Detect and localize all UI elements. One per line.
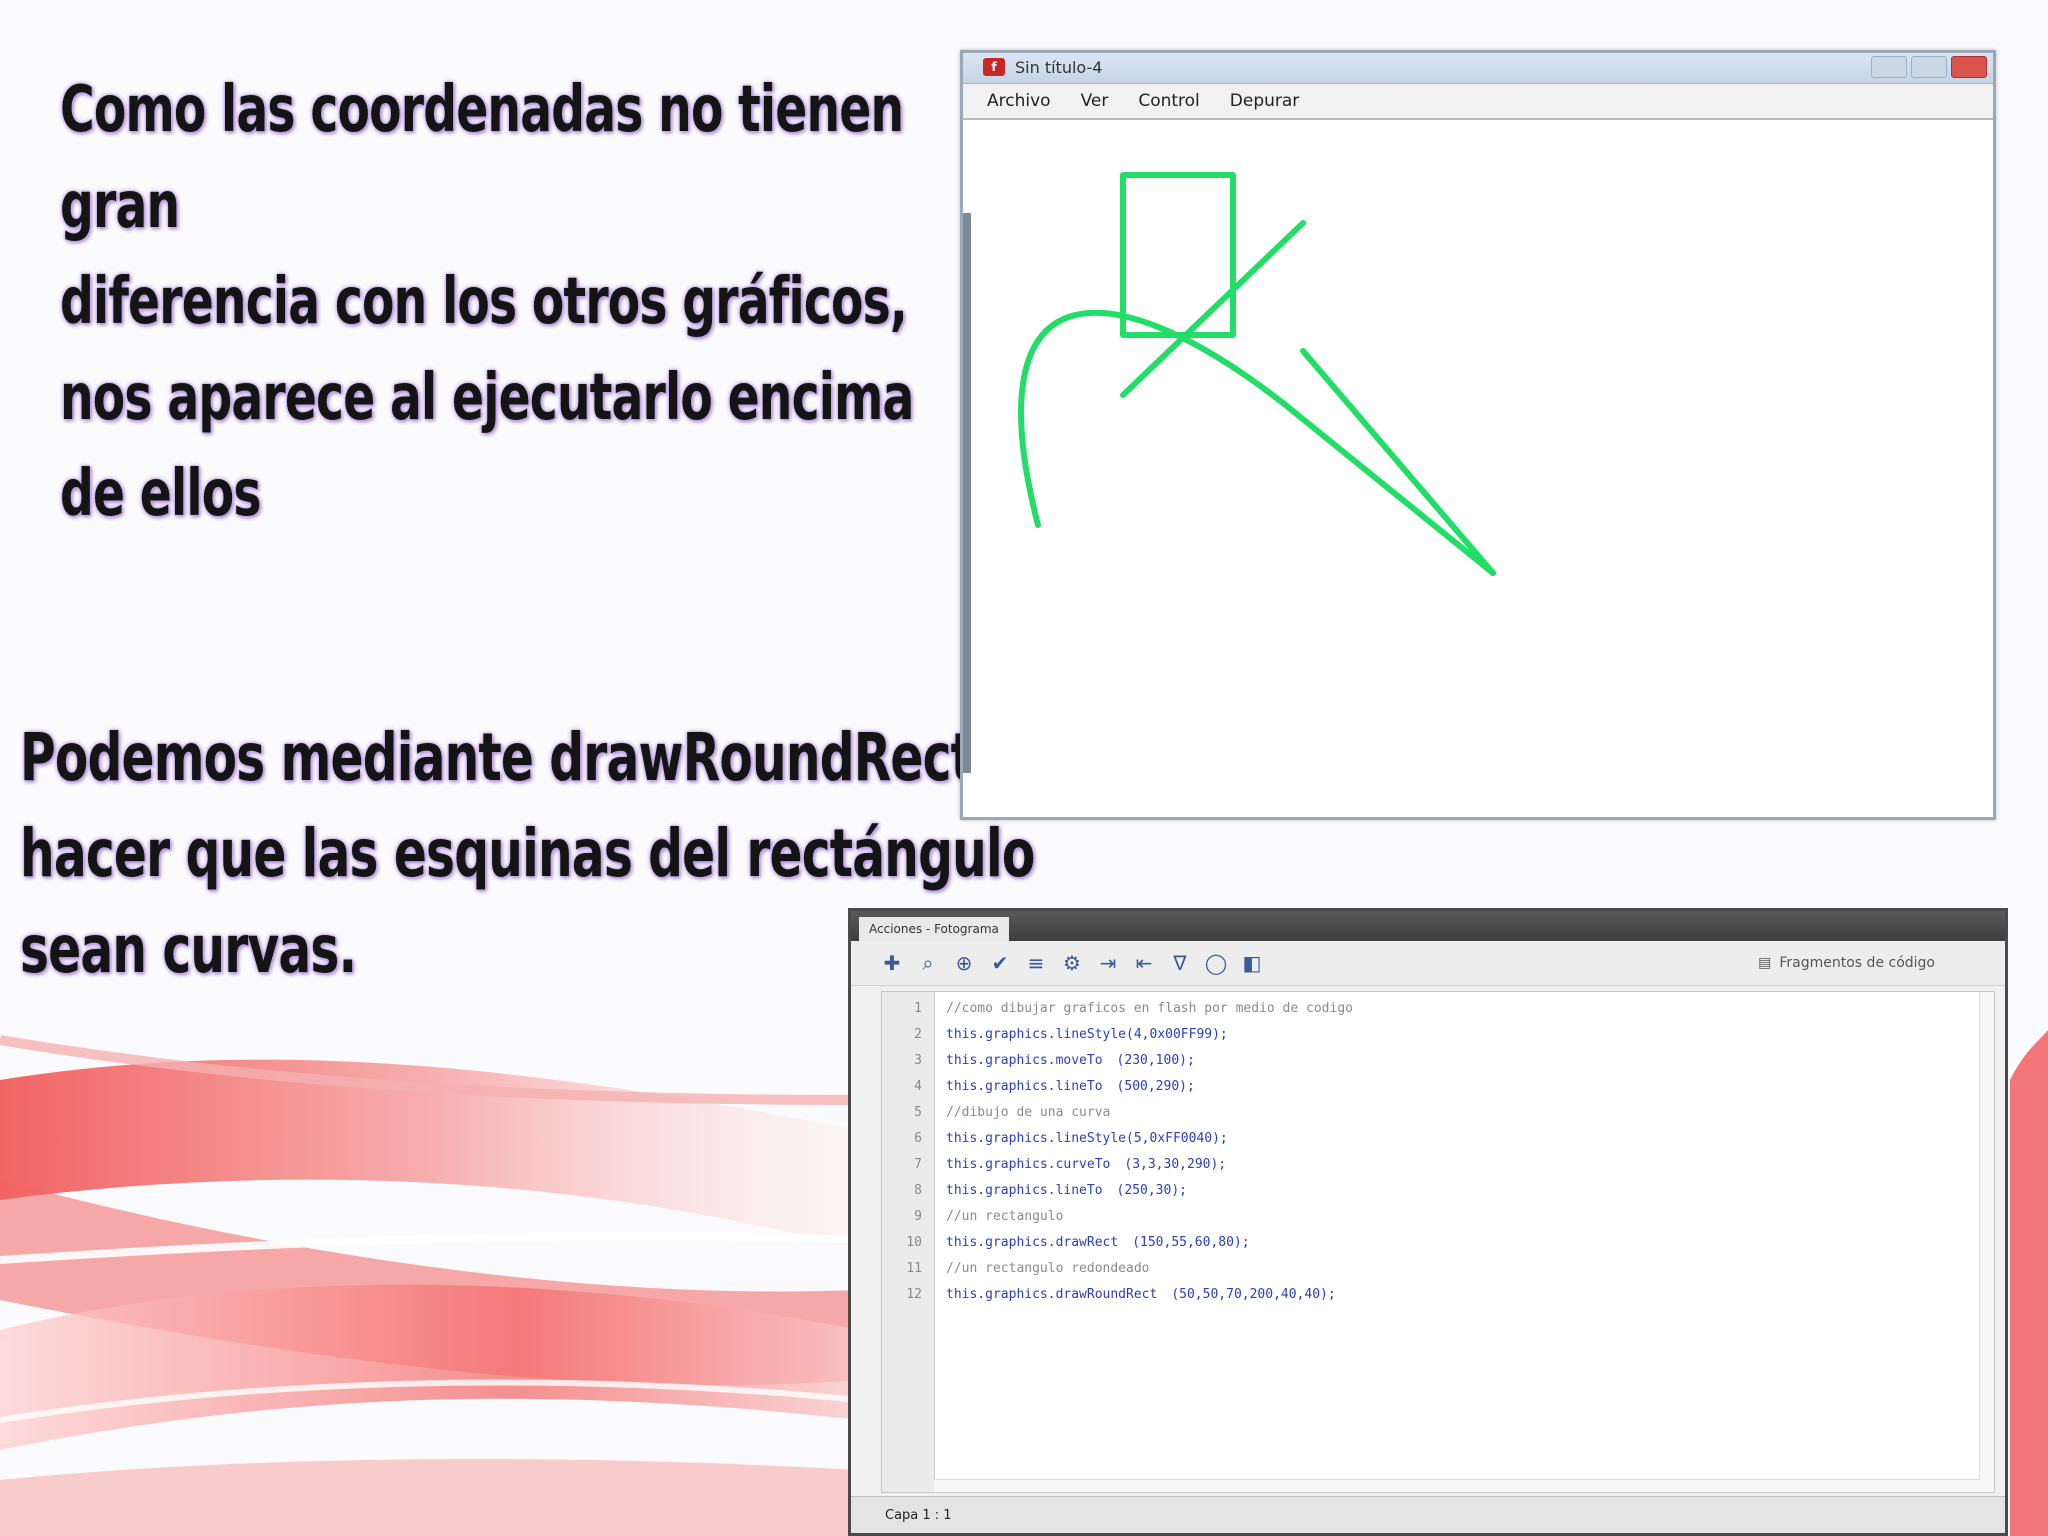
code-line[interactable]: 3 this.graphics.moveTo (230,100); [882,1048,1994,1074]
code-args: (250,30); [1116,1183,1187,1198]
menu-depurar[interactable]: Depurar [1230,91,1300,111]
stage-rectangle [1120,172,1236,338]
snippet-icon[interactable]: ◧ [1241,951,1263,975]
check-syntax-icon[interactable]: ✔ [989,951,1011,975]
flash-app-icon: f [983,58,1005,76]
code-horizontal-scrollbar[interactable] [934,1479,1980,1492]
intro-paragraph: Como las coordenadas no tienen gran dife… [60,62,940,542]
player-edge-scrollbar[interactable] [963,213,971,773]
snippets-icon: ▤ [1758,955,1772,971]
code-args: (50,50,70,200,40,40); [1171,1287,1336,1302]
line-number: 7 [914,1157,922,1172]
line-number: 4 [914,1079,922,1094]
collapse-icon[interactable]: ⇥ [1097,951,1119,975]
code-text: this.graphics.curveTo [946,1157,1111,1172]
find-icon[interactable]: ⌕ [917,951,939,975]
line-number: 3 [914,1053,922,1068]
code-text: //dibujo de una curva [946,1105,1111,1120]
code-line[interactable]: 7 this.graphics.curveTo (3,3,30,290); [882,1152,1994,1178]
stage-diagonal-line [1300,348,1496,576]
stage-straight-line [1120,220,1306,398]
close-button[interactable] [1951,56,1987,78]
drawroundrect-line: hacer que las esquinas del rectángulo [20,815,1035,892]
code-vertical-scrollbar[interactable] [1979,992,1994,1492]
tab-actions-frame[interactable]: Acciones - Fotograma [859,917,1009,941]
intro-line: de ellos [60,457,261,531]
drawroundrect-line: Podemos mediante drawRoundRect [20,719,974,796]
code-args: (150,55,60,80); [1132,1235,1250,1250]
layer-status[interactable]: Capa 1 : 1 [885,1508,952,1523]
code-args: (500,290); [1116,1079,1195,1094]
code-line[interactable]: 4 this.graphics.lineTo (500,290); [882,1074,1994,1100]
actions-statusbar: Capa 1 : 1 [851,1496,2005,1533]
drawroundrect-line: sean curvas. [20,911,357,988]
code-text: this.graphics.lineTo [946,1183,1103,1198]
maximize-button[interactable] [1911,56,1947,78]
code-text: this.graphics.lineStyle(5,0xFF0040); [946,1131,1228,1146]
code-line[interactable]: 8 this.graphics.lineTo (250,30); [882,1178,1994,1204]
code-text: this.graphics.lineStyle(4,0x00FF99); [946,1027,1228,1042]
comment-icon[interactable]: ∇ [1169,951,1191,975]
code-text: //un rectangulo [946,1209,1064,1224]
window-controls [1871,56,1987,78]
code-text: //un rectangulo redondeado [946,1261,1150,1276]
line-number: 12 [906,1287,922,1302]
intro-line: diferencia con los otros gráficos, [60,265,908,339]
line-number: 11 [906,1261,922,1276]
code-args: (230,100); [1116,1053,1195,1068]
line-number: 5 [914,1105,922,1120]
code-text: this.graphics.moveTo [946,1053,1103,1068]
line-number: 1 [914,1001,922,1016]
code-line[interactable]: 6 this.graphics.lineStyle(5,0xFF0040); [882,1126,1994,1152]
line-number: 6 [914,1131,922,1146]
menu-ver[interactable]: Ver [1081,91,1109,111]
code-line[interactable]: 12 this.graphics.drawRoundRect (50,50,70,2… [882,1282,1994,1308]
line-number: 2 [914,1027,922,1042]
menu-archivo[interactable]: Archivo [987,91,1051,111]
player-titlebar[interactable]: f Sin título-4 [963,53,1993,84]
intro-line: gran [60,169,180,243]
intro-line: Como las coordenadas no tienen [60,73,904,147]
code-line[interactable]: 5 //dibujo de una curva [882,1100,1994,1126]
intro-line: nos aparece al ejecutarlo encima [60,361,914,435]
line-number: 10 [906,1235,922,1250]
flash-player-window: f Sin título-4 Archivo Ver Control Depur… [960,50,1996,820]
code-text: this.graphics.lineTo [946,1079,1103,1094]
snippets-label: Fragmentos de código [1779,955,1935,971]
code-line[interactable]: 11 //un rectangulo redondeado [882,1256,1994,1282]
code-text: this.graphics.drawRoundRect [946,1287,1158,1302]
code-snippets-button[interactable]: ▤ Fragmentos de código [1758,955,1935,971]
actions-toolbar: ✚ ⌕ ⊕ ✔ ≡ ⚙ ⇥ ⇤ ∇ ◯ ◧ ▤ Fragmentos de có… [851,941,2005,986]
expand-icon[interactable]: ⇤ [1133,951,1155,975]
code-args: (3,3,30,290); [1124,1157,1227,1172]
add-item-icon[interactable]: ✚ [881,951,903,975]
line-number: 8 [914,1183,922,1198]
code-line[interactable]: 1 //como dibujar graficos en flash por me… [882,996,1994,1022]
player-menubar: Archivo Ver Control Depurar [963,84,1993,120]
line-number: 9 [914,1209,922,1224]
stage-canvas [1018,172,1496,576]
code-text: //como dibujar graficos en flash por med… [946,1001,1353,1016]
code-line[interactable]: 9 //un rectangulo [882,1204,1994,1230]
code-editor[interactable]: 1 //como dibujar graficos en flash por me… [881,991,1995,1493]
code-text: this.graphics.drawRect [946,1235,1119,1250]
debug-icon[interactable]: ⚙ [1061,951,1083,975]
player-title: Sin título-4 [1015,58,1103,77]
code-hint-icon[interactable]: ◯ [1205,951,1227,975]
code-line[interactable]: 10 this.graphics.drawRect (150,55,60,80); [882,1230,1994,1256]
target-icon[interactable]: ⊕ [953,951,975,975]
actions-tabbar: Acciones - Fotograma [851,911,2005,941]
code-line[interactable]: 2 this.graphics.lineStyle(4,0x00FF99); [882,1022,1994,1048]
stage-curve [1018,309,1496,576]
format-icon[interactable]: ≡ [1025,951,1047,975]
actions-panel: Acciones - Fotograma ✚ ⌕ ⊕ ✔ ≡ ⚙ ⇥ ⇤ ∇ ◯… [848,908,2008,1536]
menu-control[interactable]: Control [1138,91,1199,111]
minimize-button[interactable] [1871,56,1907,78]
